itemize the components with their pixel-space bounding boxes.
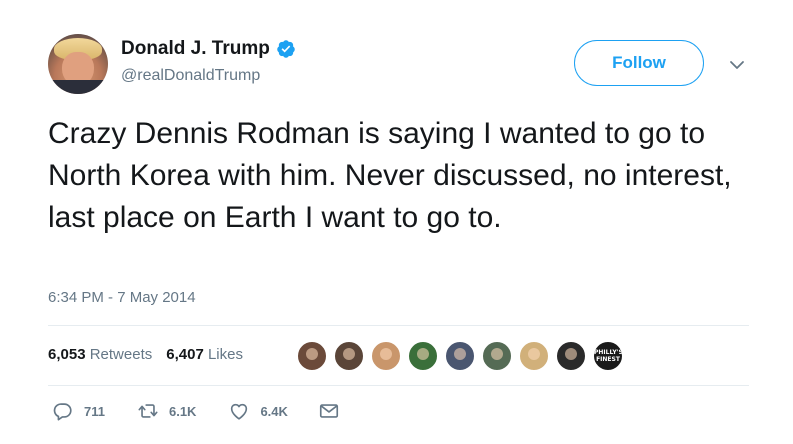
tweet-timestamp[interactable]: 6:34 PM - 7 May 2014 bbox=[48, 289, 196, 306]
tweet-stats: 6,053 Retweets 6,407 Likes bbox=[48, 346, 243, 363]
heart-icon bbox=[228, 400, 250, 422]
reply-button[interactable]: 711 bbox=[52, 400, 105, 422]
likes-stat[interactable]: 6,407 Likes bbox=[166, 346, 243, 363]
like-action-count: 6.4K bbox=[260, 403, 288, 419]
liker-avatar[interactable] bbox=[370, 340, 402, 372]
liker-avatar[interactable] bbox=[481, 340, 513, 372]
liker-badge-text: PHILLY'S FINEST bbox=[594, 349, 623, 363]
likes-count: 6,407 bbox=[166, 346, 204, 363]
like-button[interactable]: 6.4K bbox=[228, 400, 288, 422]
retweets-count: 6,053 bbox=[48, 346, 86, 363]
liker-avatar[interactable] bbox=[555, 340, 587, 372]
tweet-text: Crazy Dennis Rodman is saying I wanted t… bbox=[48, 117, 732, 234]
liker-avatar[interactable] bbox=[444, 340, 476, 372]
verified-badge-icon bbox=[276, 39, 296, 59]
retweets-stat[interactable]: 6,053 Retweets bbox=[48, 346, 152, 363]
liker-avatar[interactable] bbox=[333, 340, 365, 372]
user-name-block: Donald J. Trump @realDonaldTrump bbox=[121, 37, 296, 85]
retweet-icon bbox=[137, 400, 159, 422]
likes-label: Likes bbox=[207, 346, 243, 363]
liker-avatar[interactable] bbox=[296, 340, 328, 372]
tweet-actions: 711 6.1K 6.4K bbox=[52, 400, 372, 422]
liker-avatar[interactable] bbox=[518, 340, 550, 372]
tweet-card: Donald J. Trump @realDonaldTrump Follow … bbox=[0, 0, 793, 444]
retweet-button[interactable]: 6.1K bbox=[137, 400, 196, 422]
display-name-row: Donald J. Trump bbox=[121, 37, 296, 61]
reply-icon bbox=[52, 400, 74, 422]
liker-avatar[interactable]: PHILLY'S FINEST bbox=[592, 340, 624, 372]
reply-count: 711 bbox=[84, 403, 105, 419]
chevron-down-icon[interactable] bbox=[726, 57, 748, 73]
avatar[interactable] bbox=[48, 34, 108, 94]
follow-button[interactable]: Follow bbox=[574, 40, 704, 86]
divider-bottom bbox=[48, 385, 749, 386]
retweets-label: Retweets bbox=[89, 346, 153, 363]
liker-avatars: PHILLY'S FINEST bbox=[296, 340, 629, 372]
divider-top bbox=[48, 325, 749, 326]
retweet-action-count: 6.1K bbox=[168, 403, 197, 419]
envelope-icon bbox=[318, 400, 340, 422]
user-handle[interactable]: @realDonaldTrump bbox=[121, 67, 296, 85]
display-name[interactable]: Donald J. Trump bbox=[121, 38, 270, 60]
liker-avatar[interactable] bbox=[407, 340, 439, 372]
direct-message-button[interactable] bbox=[318, 400, 340, 422]
avatar-suit bbox=[48, 80, 108, 94]
